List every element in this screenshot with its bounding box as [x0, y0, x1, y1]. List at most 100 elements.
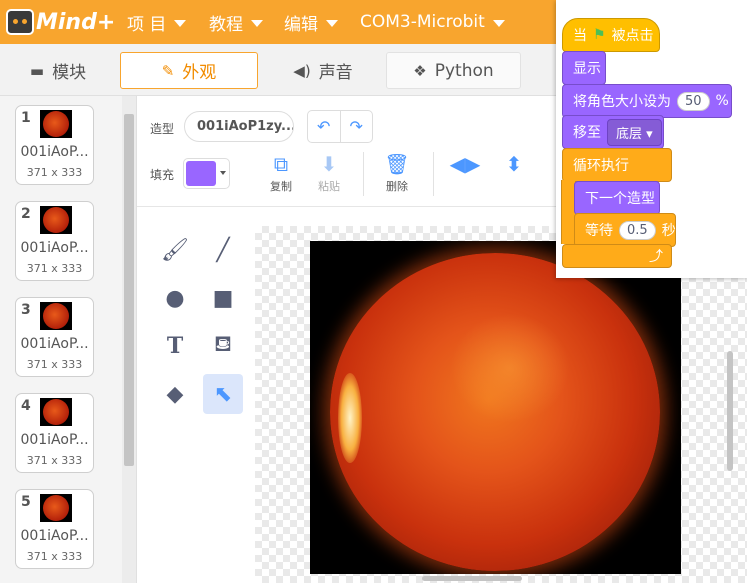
flip-vertical-button[interactable]: ⬍ [494, 152, 534, 178]
eraser-icon: ◆ [166, 381, 184, 407]
copy-icon: ⧉ [273, 152, 289, 176]
costume-thumbnail [40, 494, 72, 522]
tab-costumes[interactable]: ✎ 外观 [120, 52, 258, 89]
line-tool[interactable]: ╱ [203, 230, 243, 270]
paste-button[interactable]: ⬇ 粘贴 [309, 152, 349, 194]
costume-name: 001iAoP... [20, 144, 89, 160]
costume-item[interactable]: 3 001iAoP... 371 x 333 [15, 297, 94, 377]
costume-item[interactable]: 4 001iAoP... 371 x 333 [15, 393, 94, 473]
costume-item[interactable]: 1 001iAoP... 371 x 333 [15, 105, 94, 185]
menu-tutorial-label: 教程 [209, 14, 243, 35]
costume-size: 371 x 333 [26, 262, 83, 275]
tab-python[interactable]: ❖ Python [386, 52, 521, 89]
chevron-down-icon [174, 19, 187, 27]
costume-number: 1 [21, 110, 31, 126]
horizontal-scrollbar[interactable] [422, 576, 522, 581]
python-icon: ❖ [413, 61, 427, 80]
block-text: 循环执行 [573, 158, 629, 174]
costume-number: 4 [21, 398, 31, 414]
size-value-input[interactable]: 50 [677, 91, 710, 111]
line-icon: ╱ [216, 237, 230, 263]
block-text: 等待 [585, 223, 613, 239]
menu-edit-label: 编辑 [284, 14, 318, 35]
forever-block-arm [561, 180, 575, 244]
copy-label: 复制 [270, 180, 292, 193]
costume-name: 001iAoP... [20, 432, 89, 448]
block-text: 下一个造型 [585, 191, 655, 207]
delete-label: 删除 [386, 180, 408, 193]
circle-tool[interactable]: ● [155, 278, 195, 318]
flip-horizontal-button[interactable]: ◀▶ [445, 152, 485, 178]
costume-thumbnail [40, 302, 72, 330]
fill-color-swatch [186, 161, 216, 186]
text-icon: T [166, 333, 184, 359]
fill-label: 填充 [150, 168, 175, 182]
vertical-scrollbar[interactable] [727, 351, 733, 471]
costume-size: 371 x 333 [26, 358, 83, 371]
brush-icon: 🖌 [161, 237, 189, 263]
costume-thumbnail [40, 398, 72, 426]
menu-project[interactable]: 项 目 [127, 0, 187, 44]
toolbar-divider [433, 152, 434, 196]
select-arrow-icon: ⬉ [213, 381, 233, 407]
layer-dropdown[interactable]: 底层 ▾ [607, 118, 662, 146]
costume-item[interactable]: 2 001iAoP... 371 x 333 [15, 201, 94, 281]
tab-sounds[interactable]: ◀) 声音 [268, 52, 378, 89]
rectangle-tool[interactable]: ■ [203, 278, 243, 318]
paint-bucket-icon: ⛾ [214, 332, 232, 357]
copy-button[interactable]: ⧉ 复制 [261, 152, 301, 194]
editor-tabs: ▬ 模块 ✎ 外观 ◀) 声音 ❖ Python [0, 44, 560, 96]
when-flag-clicked-block[interactable]: 当 ⚑ 被点击 [562, 18, 660, 52]
tab-blocks[interactable]: ▬ 模块 [6, 52, 110, 89]
costume-name: 001iAoP... [20, 528, 89, 544]
fill-color-picker[interactable] [183, 158, 230, 189]
loop-arrow-icon: ⤴ [649, 249, 663, 265]
toolbar-divider [137, 206, 557, 207]
green-flag-icon: ⚑ [593, 27, 606, 43]
show-block[interactable]: 显示 [562, 51, 606, 85]
costume-number: 2 [21, 206, 31, 222]
text-tool[interactable]: T [155, 326, 195, 366]
delete-button[interactable]: 🗑 删除 [377, 152, 417, 194]
select-tool[interactable]: ⬉ [203, 374, 243, 414]
menu-edit[interactable]: 编辑 [284, 0, 338, 44]
costume-size: 371 x 333 [26, 454, 83, 467]
costume-image-sun [310, 241, 681, 574]
redo-button[interactable]: ↷ [341, 111, 373, 142]
go-to-layer-block[interactable]: 移至 底层 ▾ [562, 115, 664, 149]
costume-item[interactable]: 5 001iAoP... 371 x 333 [15, 489, 94, 569]
next-costume-block[interactable]: 下一个造型 [574, 181, 660, 215]
paste-icon: ⬇ [320, 152, 338, 176]
costume-name-input[interactable]: 001iAoP1zy... [184, 111, 294, 142]
costume-name-label: 造型 [150, 122, 175, 136]
forever-block[interactable]: 循环执行 [562, 148, 672, 182]
costume-number: 3 [21, 302, 31, 318]
costume-name: 001iAoP... [20, 240, 89, 256]
menu-tutorial[interactable]: 教程 [209, 0, 263, 44]
menu-project-label: 项 目 [127, 14, 167, 35]
wait-value-input[interactable]: 0.5 [619, 220, 656, 240]
mind-plus-logo[interactable]: Mind+ [6, 6, 115, 38]
menu-device[interactable]: COM3-Microbit [360, 0, 505, 44]
speaker-icon: ◀) [293, 61, 311, 80]
toolbar-divider [363, 152, 364, 196]
brush-tool[interactable]: 🖌 [155, 230, 195, 270]
set-size-block[interactable]: 将角色大小设为 50% [562, 84, 732, 118]
undo-redo-group: ↶ ↷ [307, 110, 373, 143]
costume-list-scrollbar[interactable] [122, 96, 136, 583]
undo-icon: ↶ [317, 117, 331, 136]
logo-text: Mind+ [36, 9, 116, 35]
flip-vertical-icon: ⬍ [505, 152, 523, 176]
costume-thumbnail [40, 110, 72, 138]
paint-canvas[interactable] [255, 226, 747, 583]
wait-block[interactable]: 等待 0.5 秒 [574, 213, 676, 247]
block-text: 当 [573, 28, 587, 44]
fill-tool[interactable]: ⛾ [203, 326, 243, 366]
block-text: 将角色大小设为 [573, 94, 671, 110]
eraser-tool[interactable]: ◆ [155, 374, 195, 414]
undo-button[interactable]: ↶ [308, 111, 341, 142]
brush-icon: ✎ [161, 61, 175, 80]
scrollbar-thumb[interactable] [124, 114, 134, 466]
paste-label: 粘贴 [318, 180, 340, 193]
costume-size: 371 x 333 [26, 166, 83, 179]
